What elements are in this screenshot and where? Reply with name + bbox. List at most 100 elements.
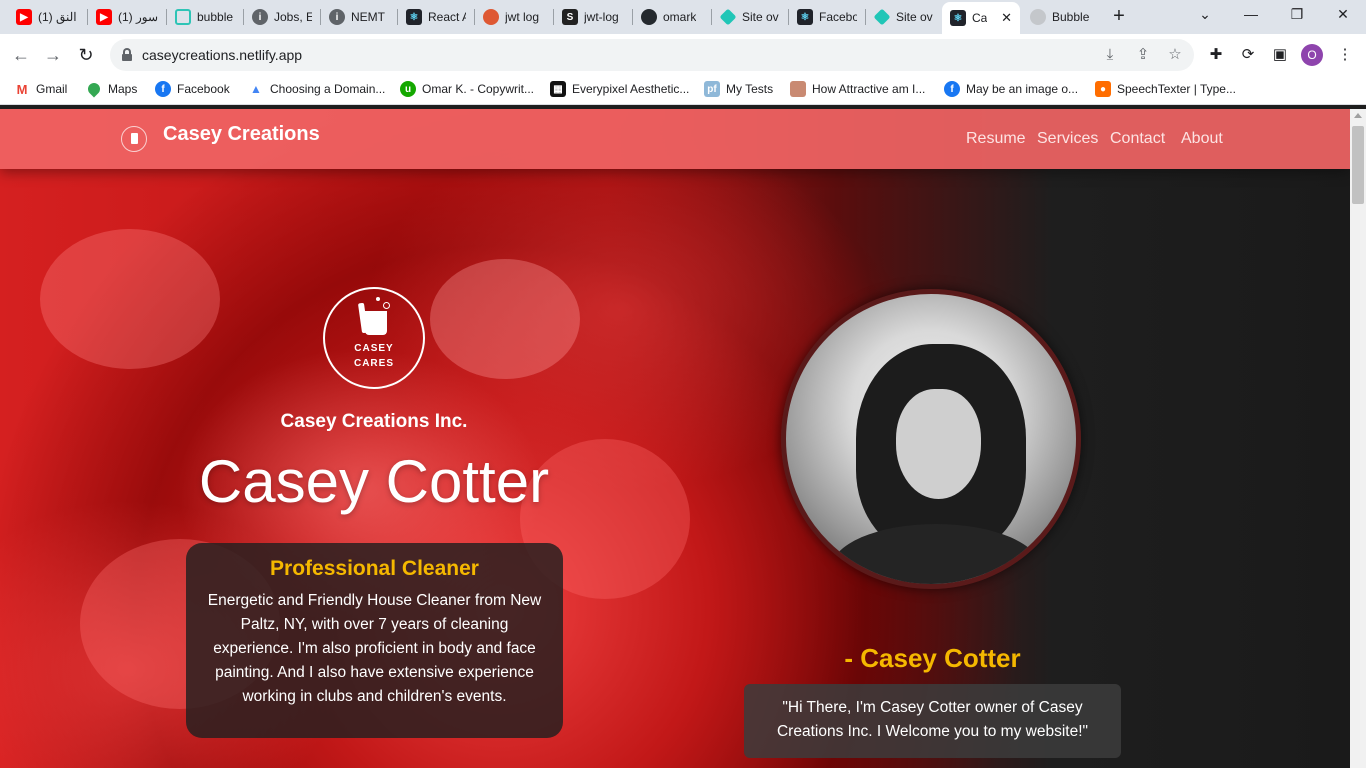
logo-line1: CASEY: [354, 343, 394, 354]
bookmark-domain[interactable]: ▲ Choosing a Domain...: [248, 81, 385, 97]
maps-icon: [85, 80, 103, 98]
bookmark-facebook[interactable]: f Facebook: [155, 81, 230, 97]
url-text[interactable]: caseycreations.netlify.app: [142, 47, 302, 63]
bookmark-label: May be an image o...: [966, 82, 1079, 96]
info-icon: i: [252, 9, 268, 25]
tab-title: Site ov: [896, 10, 933, 24]
bookmarks-bar: M Gmail Maps f Facebook ▲ Choosing a Dom…: [0, 76, 1366, 105]
bookmark-label: SpeechTexter | Type...: [1117, 82, 1236, 96]
tab-jobs[interactable]: i Jobs, E: [244, 4, 320, 30]
tab-facebook-react[interactable]: ⚛ Facebo: [789, 4, 865, 30]
tab-youtube-1[interactable]: ▶ (1) النق: [8, 4, 86, 30]
window-close-icon[interactable]: ✕: [1333, 6, 1353, 23]
menu-icon[interactable]: ⋮: [1335, 45, 1355, 65]
tab-title: (1) سور: [118, 10, 158, 24]
globe-icon: [1030, 9, 1046, 25]
tab-title: (1) النق: [38, 10, 77, 24]
tab-title: jwt-log: [584, 10, 619, 24]
mic-icon: ●: [1095, 81, 1111, 97]
brand-logo-icon[interactable]: [121, 126, 147, 152]
everypixel-icon: ▦: [550, 81, 566, 97]
bookmark-star-icon[interactable]: ☆: [1165, 45, 1185, 65]
tab-site-overview-1[interactable]: Site ov: [712, 4, 788, 30]
github-icon: [641, 9, 657, 25]
install-icon[interactable]: ⤓: [1100, 45, 1120, 65]
tab-bubble[interactable]: bubble: [167, 4, 243, 30]
signoff-name: - Casey Cotter: [844, 643, 1021, 673]
react-icon: ⚛: [406, 9, 422, 25]
bookmark-everypixel[interactable]: ▦ Everypixel Aesthetic...: [550, 81, 689, 97]
tab-title: NEMT: [351, 10, 385, 24]
bubble-icon: [175, 9, 191, 25]
lock-icon: [122, 48, 132, 61]
facebook-icon: f: [155, 81, 171, 97]
browser-toolbar: ← → ↻ caseycreations.netlify.app ⤓ ⇪ ☆ ✚…: [0, 34, 1366, 76]
bookmark-attractive[interactable]: How Attractive am I...: [790, 81, 925, 97]
tab-nemt[interactable]: i NEMT: [321, 4, 397, 30]
bookmark-fb-image[interactable]: f May be an image o...: [944, 81, 1078, 97]
bookmark-upwork[interactable]: u Omar K. - Copywrit...: [400, 81, 534, 97]
tab-strip: ▶ (1) النق ▶ (1) سور bubble i Jobs, E i …: [0, 0, 1366, 34]
bookmark-label: Maps: [108, 82, 138, 96]
bookmark-label: Everypixel Aesthetic...: [572, 82, 690, 96]
netlify-icon: [719, 8, 737, 26]
nav-services[interactable]: Services: [1037, 130, 1098, 148]
nav-about[interactable]: About: [1181, 130, 1223, 148]
tab-title: Facebo: [819, 10, 857, 24]
extension-icon[interactable]: ⟳: [1238, 45, 1258, 65]
nav-resume[interactable]: Resume: [966, 130, 1026, 148]
upwork-icon: u: [400, 81, 416, 97]
tab-title: React A: [428, 10, 466, 24]
scroll-up-arrow-icon[interactable]: [1354, 113, 1362, 118]
tab-github[interactable]: omark: [633, 4, 711, 30]
page-scrollbar[interactable]: [1350, 109, 1366, 768]
tab-title: Jobs, E: [274, 10, 312, 24]
profile-avatar[interactable]: O: [1301, 44, 1323, 66]
profile-photo: [781, 289, 1081, 589]
tab-react[interactable]: ⚛ React A: [398, 4, 474, 30]
tab-site-overview-2[interactable]: Site ov: [866, 4, 942, 30]
netlify-icon: [873, 8, 891, 26]
extensions-icon[interactable]: ✚: [1206, 45, 1226, 65]
scroll-thumb[interactable]: [1352, 126, 1364, 204]
react-icon: ⚛: [950, 10, 966, 26]
tab-title: Site ov: [742, 10, 779, 24]
tab-jwt-log[interactable]: S jwt-log: [554, 4, 632, 30]
bookmark-label: Facebook: [177, 82, 230, 96]
bookmark-my-tests[interactable]: pf My Tests: [704, 81, 773, 97]
tab-youtube-2[interactable]: ▶ (1) سور: [88, 4, 166, 30]
tab-title: bubble: [197, 10, 234, 24]
brand-name[interactable]: Casey Creations: [163, 123, 320, 146]
youtube-icon: ▶: [16, 9, 32, 25]
bookmark-gmail[interactable]: M Gmail: [14, 81, 68, 97]
tab-jwt-search[interactable]: jwt log: [475, 4, 553, 30]
address-bar[interactable]: caseycreations.netlify.app ⤓ ⇪ ☆: [110, 39, 1194, 71]
bookmark-maps[interactable]: Maps: [85, 80, 138, 98]
card-title: Professional Cleaner: [270, 557, 479, 580]
facebook-icon: f: [944, 81, 960, 97]
minimize-icon[interactable]: —: [1241, 6, 1261, 22]
gmail-icon: M: [16, 81, 28, 97]
tab-search-icon[interactable]: ⌄: [1195, 6, 1215, 23]
logo-line2: CARES: [353, 358, 394, 369]
bookmark-speechtexter[interactable]: ● SpeechTexter | Type...: [1095, 81, 1236, 97]
share-icon[interactable]: ⇪: [1133, 45, 1153, 65]
sidebar-icon[interactable]: ▣: [1270, 45, 1290, 65]
tab-title: jwt log: [505, 10, 540, 24]
restore-icon[interactable]: ❐: [1287, 6, 1307, 23]
tab-casey-creations[interactable]: ⚛ Ca ✕: [942, 2, 1020, 34]
back-icon[interactable]: ←: [10, 44, 32, 66]
face-icon: [790, 81, 806, 97]
reload-icon[interactable]: ↻: [75, 44, 97, 66]
forward-icon[interactable]: →: [42, 44, 64, 66]
nav-contact[interactable]: Contact: [1110, 130, 1165, 148]
intro-card: Professional Cleaner Energetic and Frien…: [186, 543, 563, 738]
close-icon[interactable]: ✕: [1001, 10, 1012, 26]
tab-title: Bubble: [1052, 10, 1090, 24]
tab-bubble-2[interactable]: Bubble: [1022, 4, 1098, 30]
youtube-icon: ▶: [96, 9, 112, 25]
s-icon: S: [562, 9, 578, 25]
new-tab-button[interactable]: +: [1108, 5, 1130, 27]
bookmark-label: Choosing a Domain...: [270, 82, 386, 96]
bookmark-label: Omar K. - Copywrit...: [422, 82, 535, 96]
